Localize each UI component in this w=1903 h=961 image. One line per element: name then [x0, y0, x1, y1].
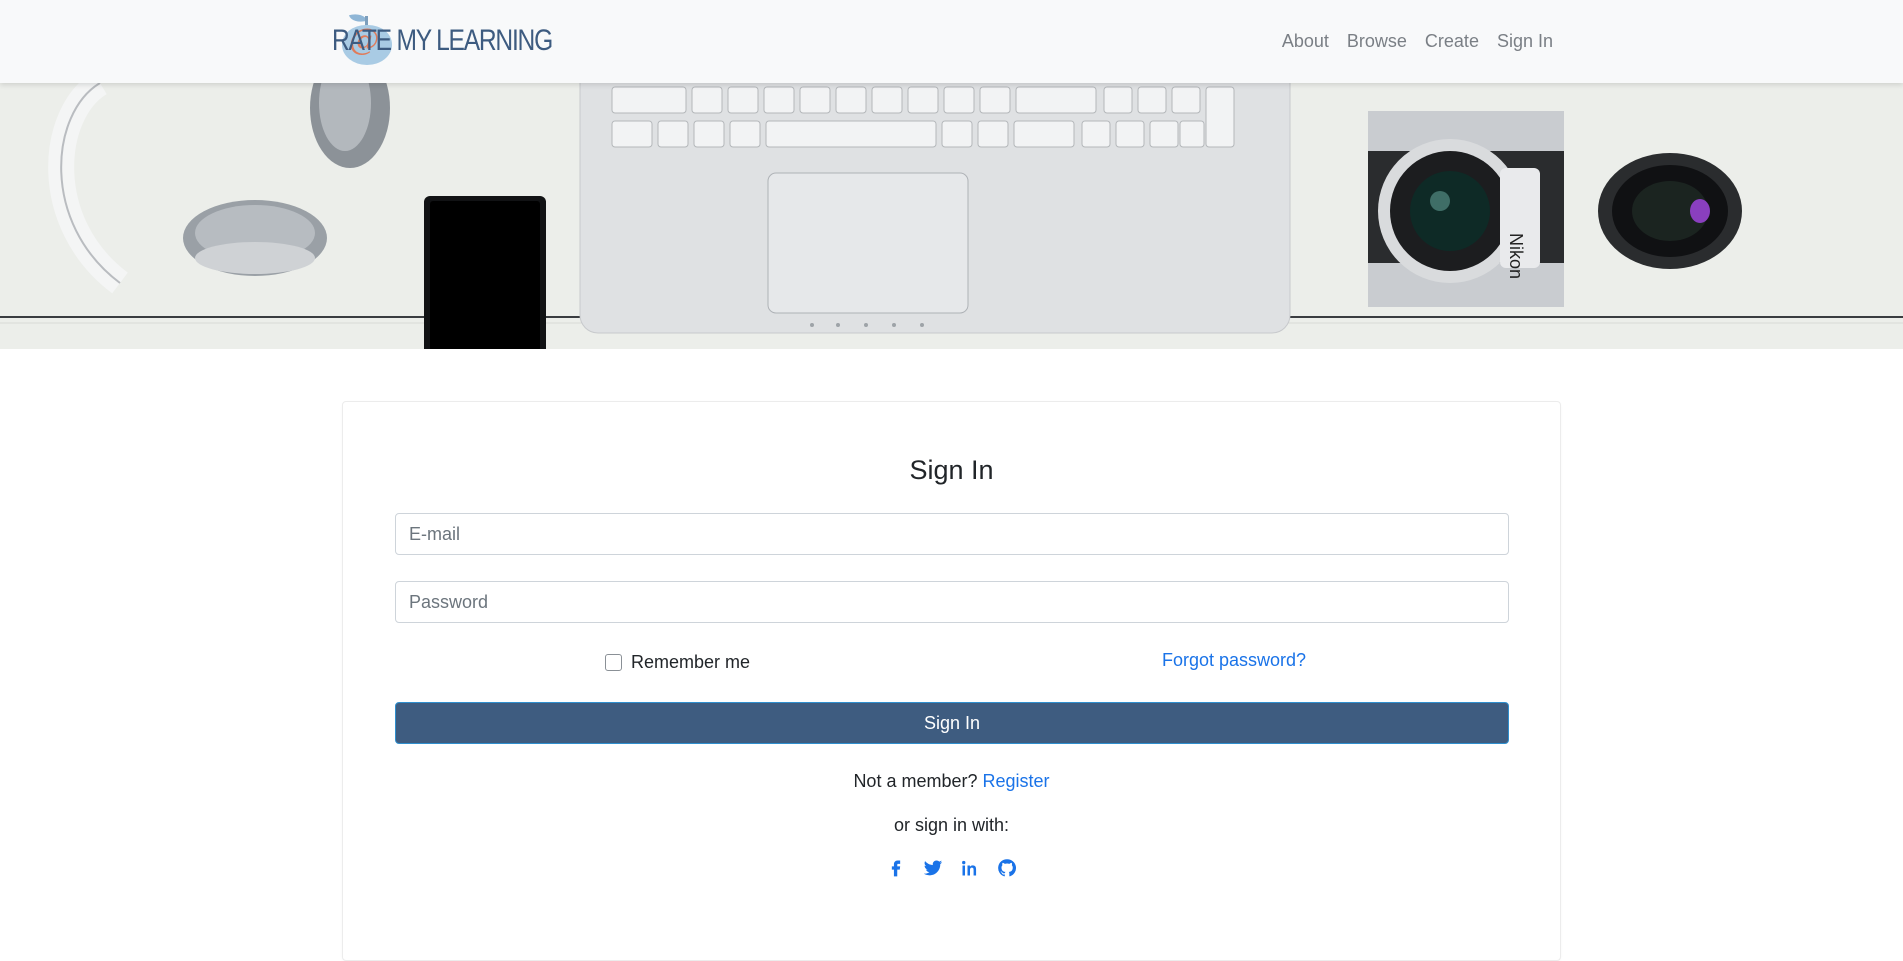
- nav-links: About Browse Create Sign In: [1264, 0, 1553, 83]
- lens-icon: [1598, 153, 1742, 269]
- navbar: @ RATE MY LEARNING About Browse Create S…: [0, 0, 1903, 83]
- twitter-icon[interactable]: [922, 857, 944, 879]
- nav-browse[interactable]: Browse: [1347, 31, 1407, 52]
- social-sign-in-buttons: [885, 857, 1033, 879]
- remember-me-checkbox[interactable]: Remember me: [605, 651, 750, 673]
- github-icon[interactable]: [996, 857, 1018, 879]
- linkedin-icon[interactable]: [959, 857, 981, 879]
- nav-sign-in[interactable]: Sign In: [1497, 31, 1553, 52]
- remember-me-label: Remember me: [631, 651, 751, 672]
- facebook-icon[interactable]: [885, 857, 907, 879]
- camera-icon: Nikon: [1368, 111, 1564, 307]
- sign-in-title: Sign In: [909, 455, 994, 485]
- laptop-icon: [579, 83, 1291, 334]
- not-member-text: Not a member?: [853, 771, 978, 791]
- nav-about[interactable]: About: [1282, 31, 1329, 52]
- phone-icon: [424, 196, 546, 349]
- hero-banner: Nikon: [0, 83, 1903, 349]
- email-field[interactable]: [395, 513, 1509, 555]
- brand-name: RATE MY LEARNING: [332, 24, 553, 57]
- svg-text:Nikon: Nikon: [1506, 233, 1526, 279]
- checkbox-icon[interactable]: [605, 653, 622, 671]
- password-field[interactable]: [395, 581, 1509, 623]
- social-sign-in-text: or sign in with:: [893, 815, 1010, 835]
- sign-in-button[interactable]: Sign In: [395, 702, 1509, 744]
- nav-create[interactable]: Create: [1425, 31, 1479, 52]
- hero-desk-illustration: Nikon: [0, 83, 1903, 349]
- register-prompt: Not a member? Register: [0, 771, 1903, 792]
- register-link[interactable]: Register: [983, 771, 1050, 791]
- brand-logo-link[interactable]: @ RATE MY LEARNING: [332, 11, 570, 67]
- forgot-password-link[interactable]: Forgot password?: [1162, 650, 1306, 671]
